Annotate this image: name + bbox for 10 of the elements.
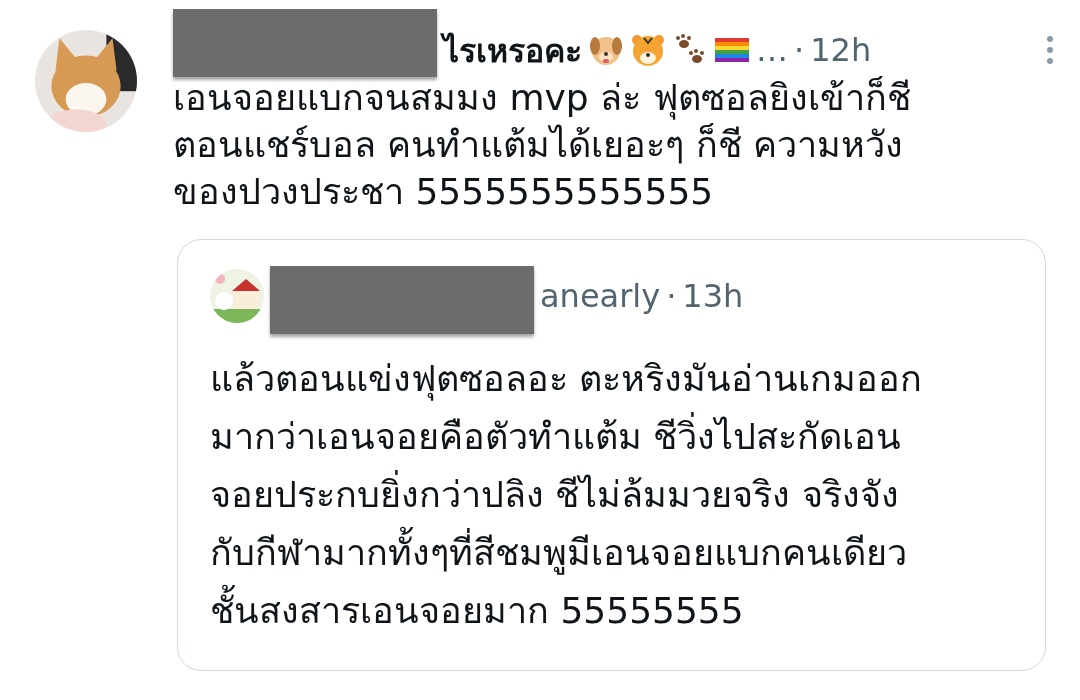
separator-dot: · <box>794 31 805 69</box>
ellipsis: … <box>756 31 788 69</box>
quoted-post-time[interactable]: 13h <box>682 277 744 315</box>
separator-dot: · <box>666 277 677 315</box>
quoted-author-handle[interactable]: anearly <box>540 277 661 315</box>
post-text: เอนจอยแบกจนสมมง mvp ล่ะ ฟุตซอลยิงเข้าก็ชี ตอนแชร์บอล คนทำแต้มได้เยอะๆ ก็ชี ความหวัง ของปวงประชา 5555555555555 <box>173 75 912 214</box>
tiger-face-icon <box>630 32 666 68</box>
post-time[interactable]: 12h <box>810 31 872 69</box>
quoted-post-card[interactable] <box>177 239 1046 671</box>
quoted-post-text: แล้วตอนแข่งฟุตซอลอะ ตะหริงมันอ่านเกมออก มากว่าเอนจอยคือตัวทำแต้ม ชีวิ่งไปสะกัดเอน จอยประกบยิ่งกว่าปลิง ชีไม่ล้มมวยจริง จริงจัง กับกีฬามากทั้งๆที่สีชมพูมีเอนจอยแบกคนเดียว ชั้นสงสารเอนจอยมาก 55555555 <box>210 357 924 633</box>
